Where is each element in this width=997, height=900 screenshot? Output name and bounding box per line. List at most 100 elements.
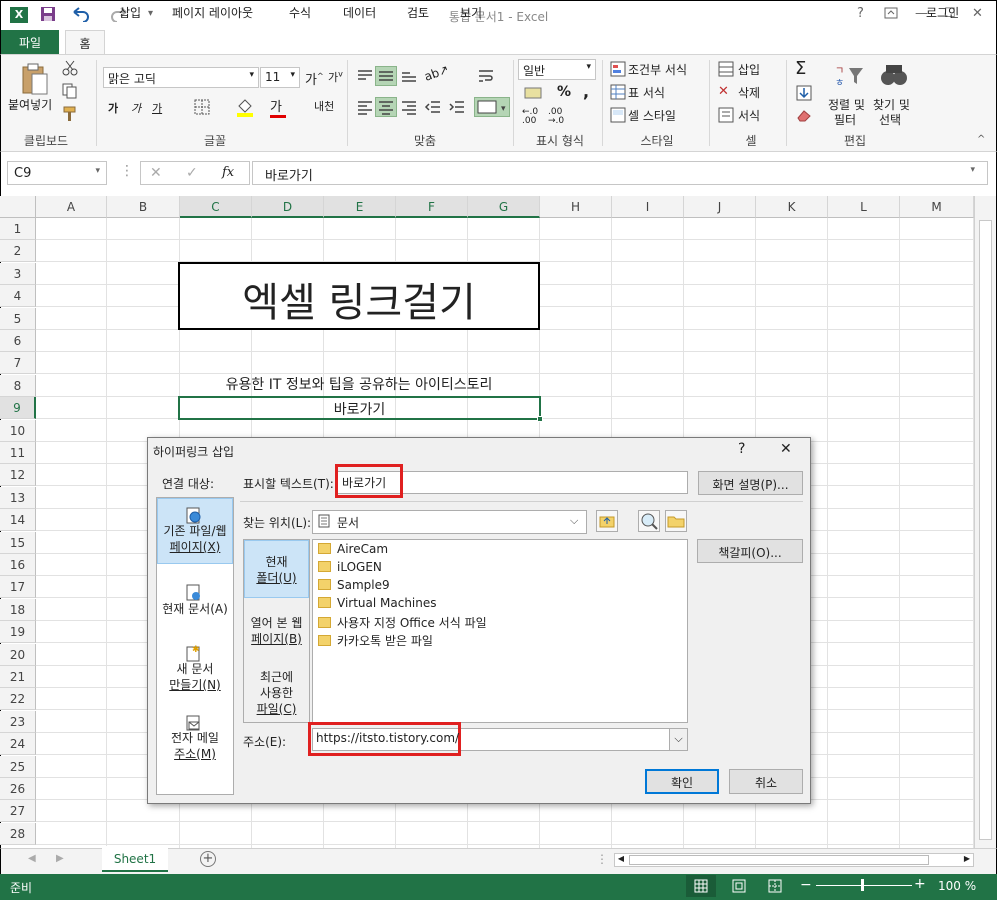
row-header[interactable]: 2 xyxy=(0,240,36,263)
cancel-button[interactable]: 취소 xyxy=(729,769,803,794)
row-header[interactable]: 5 xyxy=(0,307,36,330)
insert-cells-button[interactable]: 삽입 xyxy=(738,61,760,78)
row-header[interactable]: 26 xyxy=(0,778,36,800)
wrap-text-icon[interactable] xyxy=(477,68,495,87)
page-break-view-icon[interactable] xyxy=(768,879,782,896)
row-header[interactable]: 9 xyxy=(0,397,36,420)
delete-cells-icon[interactable]: ✕ xyxy=(718,84,729,99)
sheet-scroll-left-icon[interactable]: ◀ xyxy=(28,853,36,864)
column-header[interactable]: C xyxy=(180,196,252,218)
nav-browsed-pages-line2[interactable]: 페이지(B) xyxy=(244,631,309,647)
help-icon[interactable]: ? xyxy=(857,6,864,21)
sheet-tab-sheet1[interactable]: Sheet1 xyxy=(102,846,168,872)
select-all-corner[interactable] xyxy=(0,196,36,218)
title-cell[interactable]: 엑셀 링크걸기 xyxy=(178,262,540,330)
sort-filter-label-2[interactable]: 필터 xyxy=(834,111,856,128)
shrink-font-icon[interactable]: 가v xyxy=(328,69,343,85)
list-item[interactable]: Virtual Machines xyxy=(318,596,437,610)
column-header[interactable]: K xyxy=(756,196,828,218)
list-item[interactable]: AireCam xyxy=(318,542,388,556)
clear-icon[interactable] xyxy=(796,108,812,125)
column-header[interactable]: A xyxy=(36,196,107,218)
column-header[interactable]: M xyxy=(900,196,974,218)
column-header[interactable]: L xyxy=(828,196,900,218)
increase-indent-icon[interactable] xyxy=(448,99,466,118)
decrease-decimal-icon[interactable]: .00 →.0 xyxy=(548,108,564,126)
sheet-scroll-right-icon[interactable]: ▶ xyxy=(56,853,64,864)
find-select-icon[interactable] xyxy=(880,62,908,93)
row-header[interactable]: 25 xyxy=(0,755,36,778)
row-header[interactable]: 4 xyxy=(0,285,36,308)
description-cell[interactable]: 유용한 IT 정보와 팁을 공유하는 아이티스토리 xyxy=(178,374,540,394)
tab-formulas[interactable]: 수식 xyxy=(289,4,311,21)
row-header[interactable]: 15 xyxy=(0,531,36,554)
nav-current-document[interactable]: 현재 문서(A) xyxy=(157,601,233,617)
find-select-label-2[interactable]: 선택 xyxy=(879,111,901,128)
format-painter-icon[interactable] xyxy=(62,106,78,125)
format-cells-icon[interactable] xyxy=(718,107,734,126)
align-bottom-icon[interactable] xyxy=(400,68,418,87)
enter-entry-icon[interactable]: ✓ xyxy=(186,165,198,181)
row-header[interactable]: 14 xyxy=(0,509,36,532)
sign-in-link[interactable]: 로그인 xyxy=(926,4,959,21)
row-header[interactable]: 22 xyxy=(0,688,36,711)
tab-review[interactable]: 검토 xyxy=(407,4,429,21)
list-item[interactable]: 사용자 지정 Office 서식 파일 xyxy=(318,614,487,631)
column-header[interactable]: G xyxy=(468,196,540,218)
copy-icon[interactable] xyxy=(62,83,78,102)
tab-file[interactable]: 파일 xyxy=(1,30,59,54)
fill-icon[interactable] xyxy=(796,85,812,104)
autosum-icon[interactable]: Σ xyxy=(795,58,806,79)
zoom-out-icon[interactable]: − xyxy=(800,877,812,893)
border-icon[interactable] xyxy=(194,99,210,118)
column-header[interactable]: D xyxy=(252,196,324,218)
browse-file-icon[interactable] xyxy=(665,510,687,532)
row-header[interactable]: 10 xyxy=(0,419,36,442)
font-color-icon[interactable]: 가 xyxy=(270,96,286,118)
dialog-close-button[interactable]: ✕ xyxy=(780,441,792,457)
paste-icon[interactable] xyxy=(20,62,50,99)
zoom-level[interactable]: 100 % xyxy=(938,879,976,893)
row-header[interactable]: 28 xyxy=(0,822,36,845)
dialog-help-button[interactable]: ? xyxy=(738,441,745,457)
fill-handle[interactable] xyxy=(537,416,543,422)
folder-up-icon[interactable] xyxy=(596,510,618,532)
browse-web-icon[interactable] xyxy=(638,510,660,532)
tab-data[interactable]: 데이터 xyxy=(343,4,376,21)
new-sheet-icon[interactable]: + xyxy=(200,851,216,867)
accounting-format-icon[interactable] xyxy=(524,86,546,103)
column-header[interactable]: I xyxy=(612,196,684,218)
font-size-select[interactable]: 11 ▾ xyxy=(260,67,300,88)
formula-input[interactable]: 바로가기 ▾ xyxy=(252,161,988,185)
zoom-slider-thumb[interactable] xyxy=(861,879,864,891)
nav-email-line1[interactable]: 전자 메일 xyxy=(157,730,233,746)
row-header[interactable]: 23 xyxy=(0,710,36,733)
number-format-select[interactable]: 일반 ▾ xyxy=(518,59,596,80)
row-header[interactable]: 17 xyxy=(0,576,36,599)
bold-button[interactable]: 가 xyxy=(108,100,118,116)
increase-decimal-icon[interactable]: ←.0.00 xyxy=(522,108,538,126)
nav-new-document-line2[interactable]: 만들기(N) xyxy=(157,677,233,693)
tab-view[interactable]: 보기 xyxy=(460,4,482,21)
row-header[interactable]: 16 xyxy=(0,554,36,576)
row-header[interactable]: 7 xyxy=(0,352,36,375)
row-header[interactable]: 3 xyxy=(0,262,36,285)
row-header[interactable]: 6 xyxy=(0,330,36,352)
list-item[interactable]: iLOGEN xyxy=(318,560,382,574)
look-in-dropdown-icon[interactable]: ⌵ xyxy=(570,514,578,528)
row-header[interactable]: 20 xyxy=(0,643,36,666)
zoom-slider[interactable] xyxy=(816,885,912,886)
row-header[interactable]: 19 xyxy=(0,621,36,644)
column-header[interactable]: H xyxy=(540,196,612,218)
nav-new-document-line1[interactable]: 새 문서 xyxy=(157,661,233,677)
name-box[interactable]: C9 ▾ xyxy=(7,161,107,185)
row-header[interactable]: 21 xyxy=(0,666,36,688)
row-header[interactable]: 18 xyxy=(0,598,36,621)
close-window-icon[interactable]: ✕ xyxy=(972,6,983,21)
align-top-icon[interactable] xyxy=(356,68,374,87)
cut-icon[interactable] xyxy=(62,60,78,79)
screentip-button[interactable]: 화면 설명(P)... xyxy=(698,471,803,495)
phonetic-icon[interactable]: 내천 xyxy=(314,98,334,114)
list-item[interactable]: 카카오톡 받은 파일 xyxy=(318,632,433,649)
align-center-icon[interactable] xyxy=(375,97,397,117)
